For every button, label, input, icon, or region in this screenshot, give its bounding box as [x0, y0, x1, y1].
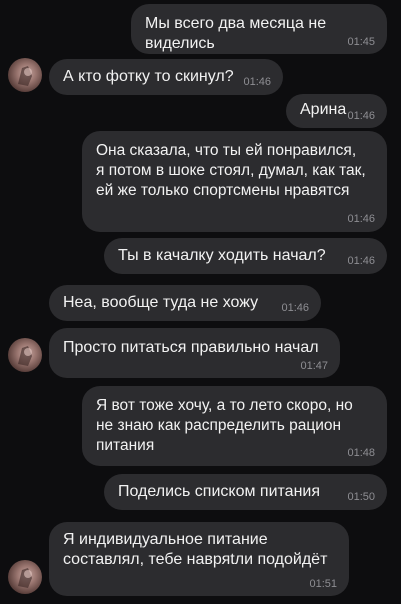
message-time: 01:45: [347, 36, 375, 48]
message-bubble-incoming[interactable]: Просто питаться правильно начал 01:47: [49, 328, 340, 378]
message-bubble-outgoing[interactable]: Арина 01:46: [286, 94, 387, 128]
contact-avatar-icon[interactable]: [8, 338, 42, 372]
message-text: Поделись списком питания: [118, 483, 321, 500]
message-bubble-outgoing[interactable]: Я вот тоже хочу, а то лето скоро, но не …: [82, 386, 387, 466]
message-time: 01:51: [309, 578, 337, 590]
message-bubble-incoming[interactable]: Неа, вообще туда не хожу 01:46: [49, 285, 321, 321]
message-bubble-incoming[interactable]: Я индивидуальное питание составлял, тебе…: [49, 522, 349, 596]
message-time: 01:46: [347, 110, 375, 122]
message-text: Я вот тоже хочу, а то лето скоро, но не …: [96, 397, 353, 454]
message-time: 01:48: [347, 447, 375, 459]
message-text: Ты в качалку ходить начал?: [118, 247, 326, 264]
message-time: 01:46: [243, 76, 271, 88]
message-time: 01:46: [347, 213, 375, 225]
message-bubble-outgoing[interactable]: Ты в качалку ходить начал? 01:46: [104, 238, 387, 274]
message-bubble-incoming[interactable]: А кто фотку то скинул? 01:46: [49, 59, 283, 95]
message-time: 01:46: [281, 302, 309, 314]
contact-avatar-icon[interactable]: [8, 560, 42, 594]
message-text: Я индивидуальное питание составлял, тебе…: [63, 531, 328, 568]
message-bubble-outgoing[interactable]: Она сказала, что ты ей понравился, я пот…: [82, 131, 387, 232]
message-text: Просто питаться правильно начал: [63, 339, 319, 356]
message-time: 01:47: [300, 360, 328, 372]
message-time: 01:46: [347, 255, 375, 267]
message-time: 01:50: [347, 491, 375, 503]
message-bubble-outgoing[interactable]: Поделись списком питания 01:50: [104, 474, 387, 510]
message-text: Неа, вообще туда не хожу: [63, 294, 259, 311]
message-text: Она сказала, что ты ей понравился, я пот…: [96, 142, 366, 199]
message-bubble-outgoing[interactable]: Мы всего два месяца не виделись 01:45: [131, 4, 387, 54]
message-text: Мы всего два месяца не виделись: [145, 15, 327, 52]
contact-avatar-icon[interactable]: [8, 58, 42, 92]
message-text: А кто фотку то скинул?: [63, 68, 234, 85]
